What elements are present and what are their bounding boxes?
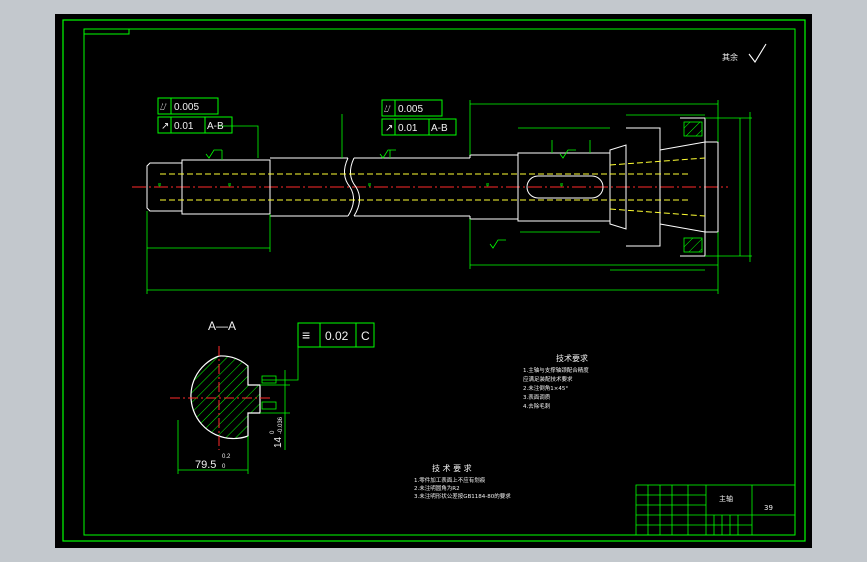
- gdt-mid-value-2: 0.01: [398, 123, 418, 134]
- flange-hatch-top: [683, 121, 703, 137]
- gdt-left-datum: A-B: [207, 121, 224, 132]
- section-width-dim: 79.5: [195, 459, 216, 471]
- gdt-left-symbol: ⌰: [160, 102, 167, 113]
- gdt-section-value: 0.02: [325, 329, 349, 343]
- tech-req-left-item-1: 2.未注明圆角为R2: [414, 484, 460, 492]
- section-width-tol: 0.2: [222, 454, 231, 460]
- gdt-left-symbol-2: ↗: [161, 121, 169, 132]
- title-block-part-name: 主轴: [719, 494, 733, 503]
- roughness-note-text: 其余: [722, 52, 738, 62]
- tech-req-right-item-2: 2.未注倒角1×45°: [523, 384, 568, 392]
- section-key-tol-low: -0.036: [278, 416, 284, 434]
- tech-req-right-title: 技术要求: [556, 353, 588, 363]
- section-label: A—A: [208, 319, 236, 333]
- gdt-left-value: 0.005: [174, 102, 199, 113]
- flange-hatch-bottom: [683, 237, 703, 253]
- gdt-mid-datum: A-B: [431, 123, 448, 134]
- gdt-section-datum: C: [361, 329, 370, 343]
- tech-req-left-item-2: 3.未注明形状公差按GB1184-80的要求: [414, 492, 511, 500]
- title-block-drawing-code: 39: [764, 504, 773, 512]
- tech-req-left-item-0: 1.零件加工表面上不应有划痕: [414, 476, 486, 484]
- tech-req-right-item-0: 1.主轴与支撑轴颈配合精度: [523, 366, 589, 374]
- gdt-mid-symbol: ⌰: [384, 104, 391, 115]
- gdt-section-symbol: ≡: [302, 327, 310, 343]
- tech-req-right-item-1: 应满足装配技术要求: [523, 375, 573, 383]
- tech-req-right-item-3: 3.表面调质: [523, 393, 551, 401]
- tech-req-left-title: 技 术 要 求: [432, 463, 472, 473]
- cad-drawing-canvas: 其余 φ φ φ φ φ ⌰ 0.005 ↗ 0.01 A-B ⌰ 0.005 …: [55, 14, 812, 548]
- gdt-mid-value: 0.005: [398, 104, 423, 115]
- gdt-left-value-2: 0.01: [174, 121, 194, 132]
- section-key-dim: 14: [273, 436, 284, 448]
- tech-req-right-item-4: 4.去除毛刺: [523, 402, 551, 410]
- gdt-mid-symbol-2: ↗: [385, 123, 393, 134]
